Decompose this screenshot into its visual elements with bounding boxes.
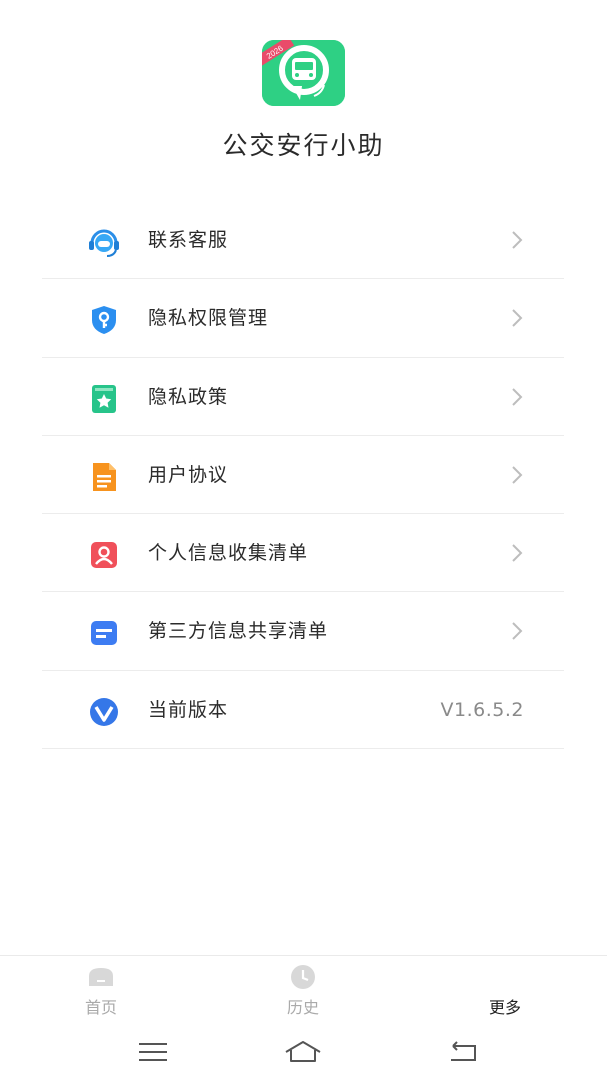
app-logo: 2026 bbox=[262, 40, 345, 106]
home-icon[interactable] bbox=[283, 1037, 323, 1067]
menu-item-contact-service[interactable]: 联系客服 bbox=[42, 201, 564, 280]
app-header: 2026 公交安行小助 bbox=[0, 0, 607, 190]
chevron-right-icon bbox=[510, 387, 524, 407]
shield-key-icon bbox=[87, 303, 121, 337]
menu-item-current-version[interactable]: 当前版本 V1.6.5.2 bbox=[42, 671, 564, 750]
menu-icon[interactable] bbox=[133, 1037, 173, 1067]
menu-item-label: 联系客服 bbox=[148, 229, 229, 251]
menu-item-label: 隐私政策 bbox=[148, 385, 229, 408]
bus-logo-icon: 2026 bbox=[262, 40, 345, 106]
menu-item-label: 用户协议 bbox=[148, 463, 229, 486]
chevron-right-icon bbox=[510, 230, 524, 250]
app-title: 公交安行小助 bbox=[222, 131, 385, 160]
tab-more[interactable]: 更多 bbox=[404, 956, 606, 1026]
chevron-right-icon bbox=[510, 543, 524, 563]
menu-item-personal-info-list[interactable]: 个人信息收集清单 bbox=[42, 514, 564, 593]
tab-label: 更多 bbox=[488, 998, 521, 1017]
tab-label: 首页 bbox=[84, 998, 117, 1017]
version-v-icon bbox=[87, 695, 121, 729]
bookmark-star-icon bbox=[87, 382, 121, 416]
menu-item-third-party-sharing[interactable]: 第三方信息共享清单 bbox=[42, 592, 564, 671]
tab-label: 历史 bbox=[286, 998, 319, 1017]
menu-item-user-agreement[interactable]: 用户协议 bbox=[42, 436, 564, 515]
version-value: V1.6.5.2 bbox=[440, 698, 524, 721]
menu-item-label: 隐私权限管理 bbox=[148, 307, 269, 330]
menu-item-label: 当前版本 bbox=[148, 698, 229, 721]
home-icon bbox=[87, 964, 115, 990]
tab-home[interactable]: 首页 bbox=[0, 956, 202, 1026]
menu-item-privacy-policy[interactable]: 隐私政策 bbox=[42, 358, 564, 436]
menu-item-label: 第三方信息共享清单 bbox=[148, 620, 329, 643]
chevron-right-icon bbox=[510, 308, 524, 328]
customer-service-icon bbox=[87, 225, 121, 259]
chevron-right-icon bbox=[510, 465, 524, 485]
back-icon[interactable] bbox=[443, 1037, 483, 1067]
chevron-right-icon bbox=[510, 621, 524, 641]
menu-item-label: 个人信息收集清单 bbox=[148, 542, 309, 565]
menu-item-privacy-permissions[interactable]: 隐私权限管理 bbox=[42, 279, 564, 358]
settings-menu: 联系客服 隐私权限管理 隐私政策 用户协议 个人信息收集清单 第三方信息共享清单… bbox=[42, 201, 564, 750]
tab-history[interactable]: 历史 bbox=[202, 956, 404, 1026]
bottom-tab-bar: 首页 历史 更多 bbox=[0, 955, 607, 1025]
system-navigation-bar bbox=[0, 1025, 607, 1080]
list-card-icon bbox=[87, 616, 121, 650]
person-card-icon bbox=[87, 538, 121, 572]
document-icon bbox=[87, 460, 121, 494]
clock-icon bbox=[289, 964, 317, 990]
